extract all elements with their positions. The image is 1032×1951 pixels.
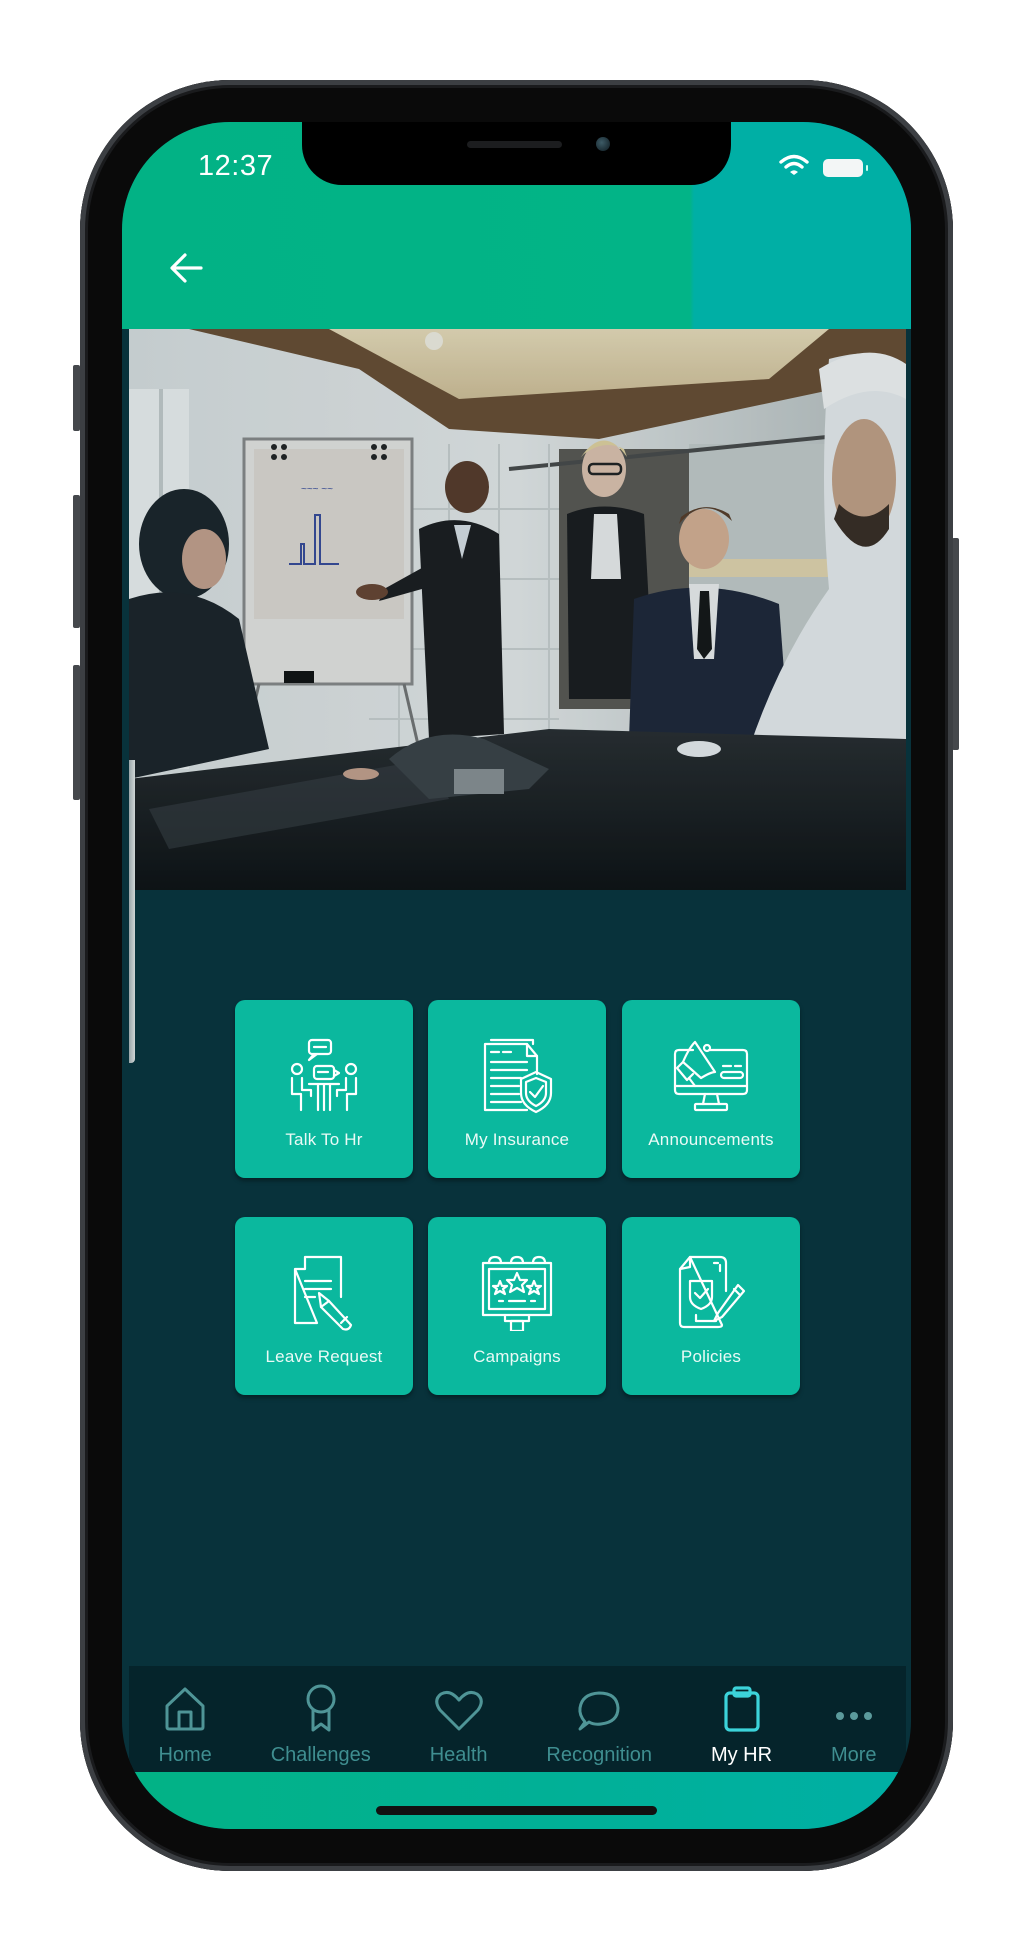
nav-label: Home [158, 1744, 212, 1766]
chat-bubble-icon [577, 1688, 621, 1732]
policy-document-icon [671, 1253, 751, 1333]
device-notch [302, 122, 731, 185]
hero-image: ~~~ ~~ [129, 329, 906, 890]
wifi-icon [779, 154, 809, 181]
tile-label: My Insurance [464, 1130, 570, 1149]
bottom-safe-area [122, 1772, 911, 1829]
nav-label: My HR [710, 1744, 773, 1766]
tile-label: Leave Request [265, 1347, 383, 1366]
nav-label: More [830, 1744, 877, 1766]
nav-label: Challenges [270, 1744, 371, 1766]
nav-item-challenges[interactable]: Challenges [271, 1666, 371, 1772]
bottom-navigation: Home Challenges Health Recognition My HR… [129, 1666, 906, 1772]
tile-label: Campaigns [473, 1347, 561, 1366]
home-indicator[interactable] [376, 1806, 657, 1815]
power-button [952, 538, 959, 750]
nav-label: Recognition [546, 1744, 653, 1766]
clipboard-icon [723, 1686, 761, 1732]
home-icon [164, 1687, 206, 1732]
nav-item-health[interactable]: Health [430, 1666, 488, 1772]
award-ribbon-icon [304, 1684, 338, 1732]
insurance-document-shield-icon [477, 1036, 557, 1116]
tile-policies[interactable]: Policies [622, 1217, 800, 1395]
app-header: 12:37 [122, 122, 911, 329]
nav-item-more[interactable]: More [831, 1666, 877, 1772]
billboard-stars-icon [477, 1253, 557, 1333]
volume-down-button [73, 665, 80, 800]
tile-label: Policies [680, 1347, 742, 1366]
tile-label: Announcements [648, 1130, 774, 1149]
nav-item-my-hr[interactable]: My HR [711, 1666, 772, 1772]
tile-talk-to-hr[interactable]: Talk To Hr [235, 1000, 413, 1178]
tile-campaigns[interactable]: Campaigns [428, 1217, 606, 1395]
heart-icon [434, 1688, 483, 1732]
status-icons [779, 154, 868, 181]
scroll-indicator[interactable] [129, 760, 135, 1063]
tile-announcements[interactable]: Announcements [622, 1000, 800, 1178]
tile-label: Talk To Hr [285, 1130, 363, 1149]
document-pencil-icon [284, 1253, 364, 1333]
more-dots-icon [834, 1688, 874, 1732]
back-button[interactable] [166, 250, 206, 290]
nav-label: Health [429, 1744, 488, 1766]
front-camera [596, 137, 610, 151]
nav-item-recognition[interactable]: Recognition [546, 1666, 652, 1772]
tile-leave-request[interactable]: Leave Request [235, 1217, 413, 1395]
volume-up-button [73, 495, 80, 628]
nav-item-home[interactable]: Home [158, 1666, 212, 1772]
status-time: 12:37 [198, 150, 274, 182]
silent-switch [73, 365, 80, 431]
arrow-left-icon [169, 252, 203, 289]
battery-icon [823, 158, 868, 177]
app-screen: 12:37 ~~~ ~~ Talk To Hr My Insurance Ann… [122, 122, 911, 1829]
earpiece-speaker [467, 141, 562, 148]
talk-to-hr-icon [284, 1036, 364, 1116]
tile-my-insurance[interactable]: My Insurance [428, 1000, 606, 1178]
megaphone-monitor-icon [671, 1036, 751, 1116]
